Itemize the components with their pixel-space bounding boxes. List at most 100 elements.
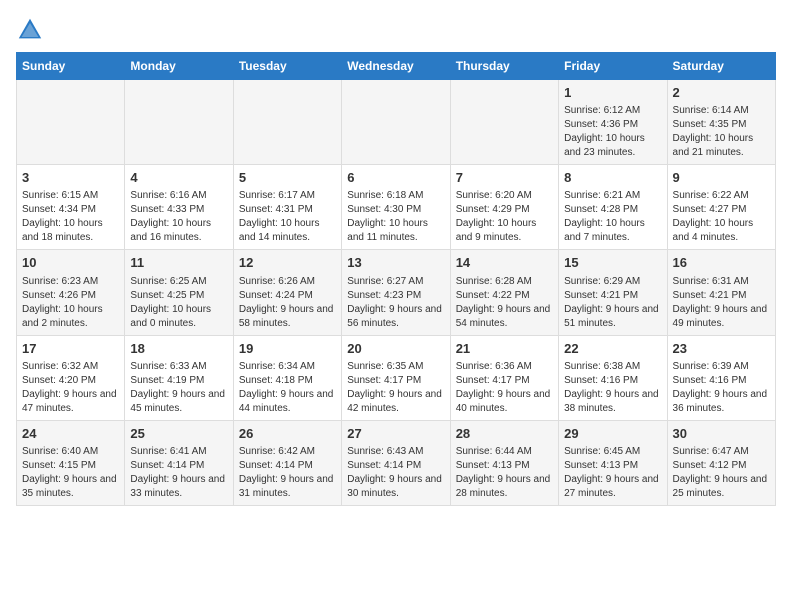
calendar-cell: 22 Sunrise: 6:38 AM Sunset: 4:16 PM Dayli…: [559, 335, 667, 420]
day-info: Sunrise: 6:27 AM Sunset: 4:23 PM Dayligh…: [347, 275, 444, 331]
calendar-week-2: 10 Sunrise: 6:23 AM Sunset: 4:26 PM Dayli…: [17, 250, 776, 335]
day-number: 7: [456, 169, 553, 187]
day-info: Sunrise: 6:18 AM Sunset: 4:30 PM Dayligh…: [347, 189, 444, 245]
day-info: Sunrise: 6:45 AM Sunset: 4:13 PM Dayligh…: [564, 445, 661, 501]
calendar-cell: 4 Sunrise: 6:16 AM Sunset: 4:33 PM Daylig…: [125, 165, 233, 250]
weekday-header-friday: Friday: [559, 53, 667, 80]
day-number: 9: [673, 169, 770, 187]
day-number: 19: [239, 340, 336, 358]
day-info: Sunrise: 6:31 AM Sunset: 4:21 PM Dayligh…: [673, 275, 770, 331]
day-info: Sunrise: 6:43 AM Sunset: 4:14 PM Dayligh…: [347, 445, 444, 501]
calendar-cell: [342, 80, 450, 165]
calendar-cell: 20Sunrise: 6:35 AM Sunset: 4:17 PM Dayli…: [342, 335, 450, 420]
calendar-cell: 25 Sunrise: 6:41 AM Sunset: 4:14 PM Dayli…: [125, 420, 233, 505]
day-number: 8: [564, 169, 661, 187]
calendar-cell: 18 Sunrise: 6:33 AM Sunset: 4:19 PM Dayli…: [125, 335, 233, 420]
day-number: 24: [22, 425, 119, 443]
weekday-header-tuesday: Tuesday: [233, 53, 341, 80]
day-number: 6: [347, 169, 444, 187]
day-number: 14: [456, 254, 553, 272]
calendar-cell: 5Sunrise: 6:17 AM Sunset: 4:31 PM Daylig…: [233, 165, 341, 250]
calendar-cell: 16 Sunrise: 6:31 AM Sunset: 4:21 PM Dayli…: [667, 250, 775, 335]
calendar-cell: 7 Sunrise: 6:20 AM Sunset: 4:29 PM Daylig…: [450, 165, 558, 250]
calendar-cell: 13 Sunrise: 6:27 AM Sunset: 4:23 PM Dayli…: [342, 250, 450, 335]
calendar-table: SundayMondayTuesdayWednesdayThursdayFrid…: [16, 52, 776, 506]
day-number: 29: [564, 425, 661, 443]
day-info: Sunrise: 6:47 AM Sunset: 4:12 PM Dayligh…: [673, 445, 770, 501]
weekday-header-monday: Monday: [125, 53, 233, 80]
day-number: 21: [456, 340, 553, 358]
day-number: 10: [22, 254, 119, 272]
day-info: Sunrise: 6:21 AM Sunset: 4:28 PM Dayligh…: [564, 189, 661, 245]
calendar-cell: 27 Sunrise: 6:43 AM Sunset: 4:14 PM Dayli…: [342, 420, 450, 505]
calendar-cell: 30 Sunrise: 6:47 AM Sunset: 4:12 PM Dayli…: [667, 420, 775, 505]
day-number: 23: [673, 340, 770, 358]
day-number: 2: [673, 84, 770, 102]
day-number: 12: [239, 254, 336, 272]
day-info: Sunrise: 6:34 AM Sunset: 4:18 PM Dayligh…: [239, 360, 336, 416]
day-info: Sunrise: 6:38 AM Sunset: 4:16 PM Dayligh…: [564, 360, 661, 416]
day-number: 28: [456, 425, 553, 443]
calendar-cell: 29 Sunrise: 6:45 AM Sunset: 4:13 PM Dayli…: [559, 420, 667, 505]
day-info: Sunrise: 6:16 AM Sunset: 4:33 PM Dayligh…: [130, 189, 227, 245]
calendar-cell: 1 Sunrise: 6:12 AM Sunset: 4:36 PM Daylig…: [559, 80, 667, 165]
calendar-week-0: 1 Sunrise: 6:12 AM Sunset: 4:36 PM Daylig…: [17, 80, 776, 165]
calendar-cell: 6 Sunrise: 6:18 AM Sunset: 4:30 PM Daylig…: [342, 165, 450, 250]
day-info: Sunrise: 6:14 AM Sunset: 4:35 PM Dayligh…: [673, 104, 770, 160]
calendar-cell: 12 Sunrise: 6:26 AM Sunset: 4:24 PM Dayli…: [233, 250, 341, 335]
weekday-header-saturday: Saturday: [667, 53, 775, 80]
calendar-week-4: 24 Sunrise: 6:40 AM Sunset: 4:15 PM Dayli…: [17, 420, 776, 505]
calendar-cell: 11 Sunrise: 6:25 AM Sunset: 4:25 PM Dayli…: [125, 250, 233, 335]
day-number: 26: [239, 425, 336, 443]
day-number: 25: [130, 425, 227, 443]
day-number: 11: [130, 254, 227, 272]
calendar-cell: 8 Sunrise: 6:21 AM Sunset: 4:28 PM Daylig…: [559, 165, 667, 250]
calendar-cell: [233, 80, 341, 165]
calendar-week-1: 3Sunrise: 6:15 AM Sunset: 4:34 PM Daylig…: [17, 165, 776, 250]
day-info: Sunrise: 6:44 AM Sunset: 4:13 PM Dayligh…: [456, 445, 553, 501]
day-info: Sunrise: 6:29 AM Sunset: 4:21 PM Dayligh…: [564, 275, 661, 331]
day-info: Sunrise: 6:40 AM Sunset: 4:15 PM Dayligh…: [22, 445, 119, 501]
weekday-header-thursday: Thursday: [450, 53, 558, 80]
day-number: 1: [564, 84, 661, 102]
calendar-cell: [17, 80, 125, 165]
calendar-cell: [450, 80, 558, 165]
day-info: Sunrise: 6:12 AM Sunset: 4:36 PM Dayligh…: [564, 104, 661, 160]
page-header: [16, 16, 776, 44]
logo: [16, 16, 48, 44]
calendar-cell: 3Sunrise: 6:15 AM Sunset: 4:34 PM Daylig…: [17, 165, 125, 250]
day-info: Sunrise: 6:39 AM Sunset: 4:16 PM Dayligh…: [673, 360, 770, 416]
calendar-week-3: 17Sunrise: 6:32 AM Sunset: 4:20 PM Dayli…: [17, 335, 776, 420]
day-info: Sunrise: 6:41 AM Sunset: 4:14 PM Dayligh…: [130, 445, 227, 501]
weekday-header-sunday: Sunday: [17, 53, 125, 80]
day-number: 4: [130, 169, 227, 187]
calendar-cell: 24 Sunrise: 6:40 AM Sunset: 4:15 PM Dayli…: [17, 420, 125, 505]
day-number: 15: [564, 254, 661, 272]
calendar-cell: 21Sunrise: 6:36 AM Sunset: 4:17 PM Dayli…: [450, 335, 558, 420]
calendar-cell: [125, 80, 233, 165]
calendar-cell: 28 Sunrise: 6:44 AM Sunset: 4:13 PM Dayli…: [450, 420, 558, 505]
day-info: Sunrise: 6:33 AM Sunset: 4:19 PM Dayligh…: [130, 360, 227, 416]
day-number: 22: [564, 340, 661, 358]
calendar-cell: 23 Sunrise: 6:39 AM Sunset: 4:16 PM Dayli…: [667, 335, 775, 420]
day-info: Sunrise: 6:42 AM Sunset: 4:14 PM Dayligh…: [239, 445, 336, 501]
day-info: Sunrise: 6:15 AM Sunset: 4:34 PM Dayligh…: [22, 189, 119, 245]
day-info: Sunrise: 6:22 AM Sunset: 4:27 PM Dayligh…: [673, 189, 770, 245]
calendar-cell: 10 Sunrise: 6:23 AM Sunset: 4:26 PM Dayli…: [17, 250, 125, 335]
calendar-cell: 9 Sunrise: 6:22 AM Sunset: 4:27 PM Daylig…: [667, 165, 775, 250]
day-number: 5: [239, 169, 336, 187]
weekday-header-row: SundayMondayTuesdayWednesdayThursdayFrid…: [17, 53, 776, 80]
day-info: Sunrise: 6:23 AM Sunset: 4:26 PM Dayligh…: [22, 275, 119, 331]
day-info: Sunrise: 6:20 AM Sunset: 4:29 PM Dayligh…: [456, 189, 553, 245]
day-number: 13: [347, 254, 444, 272]
day-info: Sunrise: 6:25 AM Sunset: 4:25 PM Dayligh…: [130, 275, 227, 331]
day-number: 27: [347, 425, 444, 443]
calendar-cell: 19 Sunrise: 6:34 AM Sunset: 4:18 PM Dayli…: [233, 335, 341, 420]
day-number: 17: [22, 340, 119, 358]
day-info: Sunrise: 6:26 AM Sunset: 4:24 PM Dayligh…: [239, 275, 336, 331]
calendar-cell: 14Sunrise: 6:28 AM Sunset: 4:22 PM Dayli…: [450, 250, 558, 335]
day-number: 30: [673, 425, 770, 443]
day-number: 18: [130, 340, 227, 358]
calendar-cell: 2 Sunrise: 6:14 AM Sunset: 4:35 PM Daylig…: [667, 80, 775, 165]
day-number: 16: [673, 254, 770, 272]
